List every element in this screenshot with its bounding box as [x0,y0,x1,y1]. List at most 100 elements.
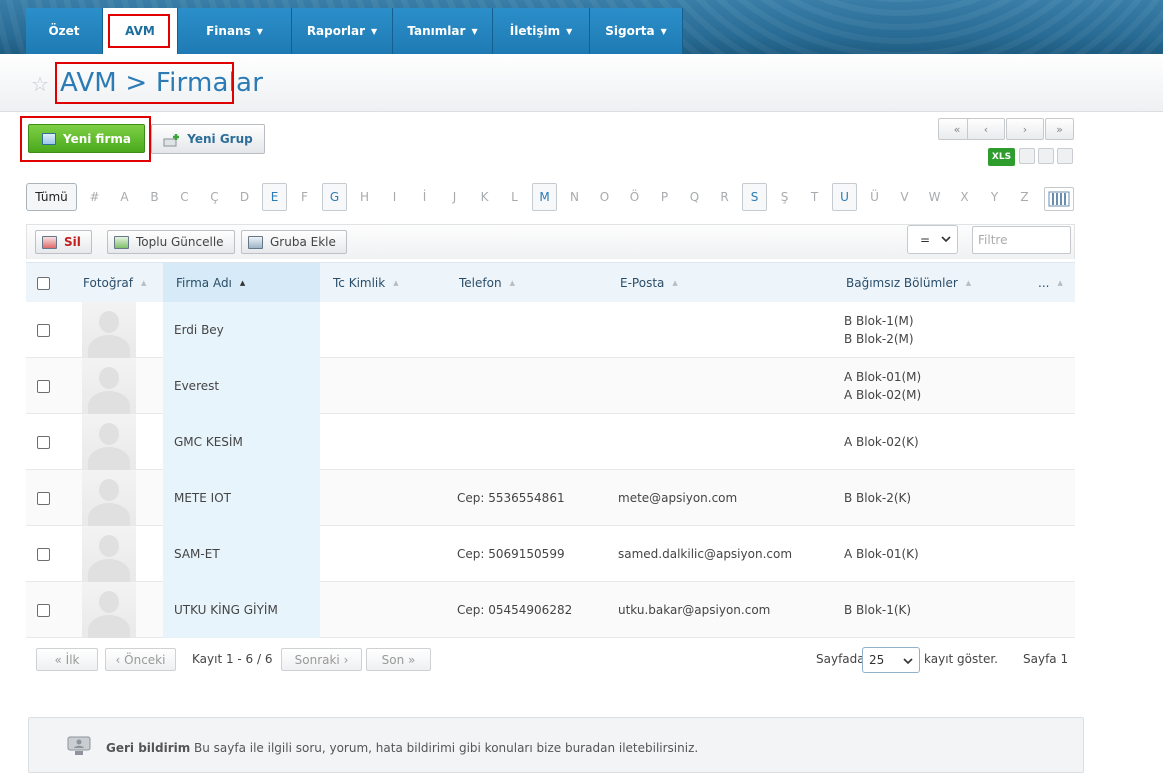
row-select[interactable] [37,302,50,358]
pager-next-button[interactable]: › [1006,118,1044,140]
view-toggle-icon[interactable] [1019,148,1035,164]
new-group-button[interactable]: Yeni Grup [151,124,265,154]
company-cell[interactable]: Everest [163,358,320,414]
table-row[interactable]: SAM-ET Cep: 5069150599 samed.dalkilic@apsi… [26,526,1075,582]
company-name: Everest [174,379,220,393]
column-phone[interactable]: Telefon ▲ [459,263,515,303]
star-icon[interactable]: ☆ [31,72,49,96]
pager-prev-label: ‹ [983,122,989,136]
nav-iletisim[interactable]: İletişim ▼ [493,8,590,54]
nav-tanimlar[interactable]: Tanımlar ▼ [393,8,493,54]
footer-next-button[interactable]: Sonraki › [281,648,362,671]
alpha-letter[interactable]: E [262,183,287,211]
alpha-letter: Q [689,190,700,204]
pager-prev-button[interactable]: ‹ [967,118,1005,140]
avatar [82,470,136,526]
unit-value: A Blok-01(K) [844,547,919,561]
column-photo[interactable]: Fotoğraf ▲ [83,263,146,303]
delete-label: Sil [64,235,81,249]
pager-last-button[interactable]: » [1045,118,1074,140]
unit-value: B Blok-1(K) [844,603,912,617]
checkbox[interactable] [37,491,50,505]
units-cell: B Blok-1(K) [844,582,911,638]
feedback-bar[interactable]: Geri bildirim Bu sayfa ile ilgili soru, … [28,717,1084,773]
row-select[interactable] [37,470,50,526]
filter-input[interactable]: Filtre [972,226,1071,254]
nav-ozet[interactable]: Özet [26,8,103,54]
footer-first-button[interactable]: « İlk [36,648,98,671]
company-cell[interactable]: GMC KESİM [163,414,320,470]
company-name: SAM-ET [174,547,220,561]
feedback-title: Geri bildirim [106,741,191,755]
phone-value: Cep: 05454906282 [457,603,573,617]
row-select[interactable] [37,582,50,638]
email-cell: mete@apsiyon.com [618,470,737,526]
company-name: Erdi Bey [174,323,224,337]
checkbox[interactable] [37,547,50,561]
nav-label: Sigorta [605,24,655,38]
table-row[interactable]: Everest A Blok-01(M) A Blok-02(M) [26,358,1075,414]
column-view-icon[interactable] [1038,148,1054,164]
units-cell: A Blok-01(K) [844,526,919,582]
alpha-letter: W [928,190,941,204]
footer-next-label: Sonraki › [294,652,349,667]
add-to-group-icon [248,235,263,249]
bulk-update-icon [114,235,129,249]
row-select[interactable] [37,414,50,470]
alpha-letter: I [392,190,397,204]
table-row[interactable]: UTKU KİNG GİYİM Cep: 05454906282 utku.baka… [26,582,1075,638]
per-page-value: 25 [869,653,885,667]
feedback-text: Bu sayfa ile ilgili soru, yorum, hata bi… [194,741,699,755]
checkbox[interactable] [37,379,50,393]
footer-prev-button[interactable]: ‹ Önceki [105,648,176,671]
checkbox[interactable] [37,323,50,337]
nav-raporlar[interactable]: Raporlar ▼ [292,8,393,54]
add-to-group-button[interactable]: Gruba Ekle [241,230,347,254]
pager-first-label: « [953,122,961,136]
per-page-select[interactable]: 25 [862,647,920,673]
table-row[interactable]: GMC KESİM A Blok-02(K) [26,414,1075,470]
nav-sigorta[interactable]: Sigorta ▼ [590,8,683,54]
alpha-letter: J [452,190,457,204]
table-row[interactable]: METE IOT Cep: 5536554861 mete@apsiyon.com B… [26,470,1075,526]
delete-icon [42,235,57,249]
checkbox[interactable] [37,435,50,449]
footer-last-button[interactable]: Son » [366,648,431,671]
column-tc[interactable]: Tc Kimlik ▲ [333,263,399,303]
column-label: Firma Adı [176,276,232,290]
column-company[interactable]: Firma Adı ▲ [163,263,320,303]
alpha-letter: Ü [870,190,879,204]
company-cell[interactable]: Erdi Bey [163,302,320,358]
alpha-letter[interactable]: G [322,183,347,211]
column-units[interactable]: Bağımsız Bölümler ▲ [846,263,971,303]
company-cell[interactable]: SAM-ET [163,526,320,582]
operator-value: = [920,232,931,247]
company-cell[interactable]: METE IOT [163,470,320,526]
alpha-all-button[interactable]: Tümü [26,183,77,211]
alpha-letter[interactable]: M [532,183,557,211]
xls-export-button[interactable]: XLS [988,148,1015,166]
company-cell[interactable]: UTKU KİNG GİYİM [163,582,320,638]
company-name: UTKU KİNG GİYİM [174,603,278,617]
nav-label: Tanımlar [407,24,466,38]
row-select[interactable] [37,358,50,414]
avatar [82,358,136,414]
column-email[interactable]: E-Posta ▲ [620,263,678,303]
alpha-letter[interactable]: S [742,183,767,211]
table-row[interactable]: Erdi Bey B Blok-1(M) B Blok-2(M) [26,302,1075,358]
checkbox[interactable] [37,276,50,290]
select-all-checkbox[interactable] [37,263,50,303]
row-select[interactable] [37,526,50,582]
bulk-update-button[interactable]: Toplu Güncelle [107,230,235,254]
checkbox[interactable] [37,603,50,617]
alpha-letter[interactable]: U [832,183,857,211]
delete-button[interactable]: Sil [35,230,92,254]
columns-icon[interactable] [1044,187,1074,211]
compact-view-icon[interactable] [1057,148,1073,164]
filter-operator-select[interactable]: = [907,225,958,254]
column-more[interactable]: ... ▲ [1038,263,1063,303]
alpha-letter: Ö [629,190,640,204]
nav-finans[interactable]: Finans ▼ [178,8,292,54]
highlight-page-title [55,62,234,104]
units-cell: B Blok-1(M) B Blok-2(M) [844,302,914,358]
